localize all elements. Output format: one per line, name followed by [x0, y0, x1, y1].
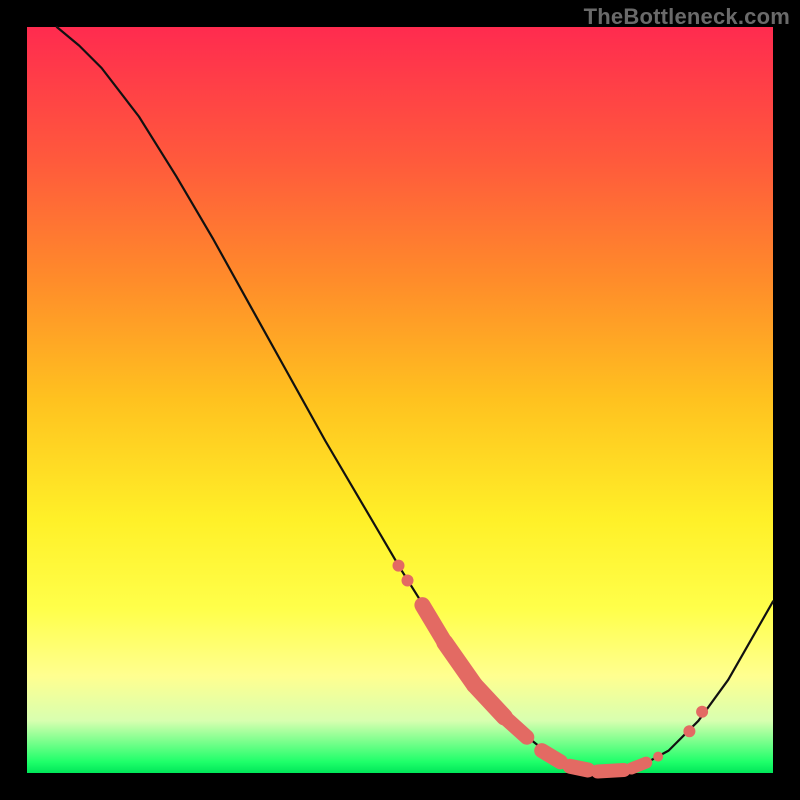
curve-markers [393, 560, 709, 772]
curve-marker-capsule [570, 766, 588, 770]
curve-marker-dot [683, 725, 695, 737]
watermark-text: TheBottleneck.com [584, 4, 790, 30]
curve-marker-dot [653, 752, 663, 762]
chart-container: { "watermark": "TheBottleneck.com", "col… [0, 0, 800, 800]
curve-marker-dot [402, 575, 414, 587]
curve-marker-capsule [504, 717, 526, 737]
curve-marker-dot [696, 706, 708, 718]
curve-marker-capsule [598, 770, 624, 772]
curve-marker-dot [393, 560, 405, 572]
curve-marker-capsule [542, 751, 561, 762]
curve-marker-capsule [631, 763, 646, 769]
bottleneck-curve [57, 27, 773, 772]
chart-overlay [27, 27, 773, 773]
